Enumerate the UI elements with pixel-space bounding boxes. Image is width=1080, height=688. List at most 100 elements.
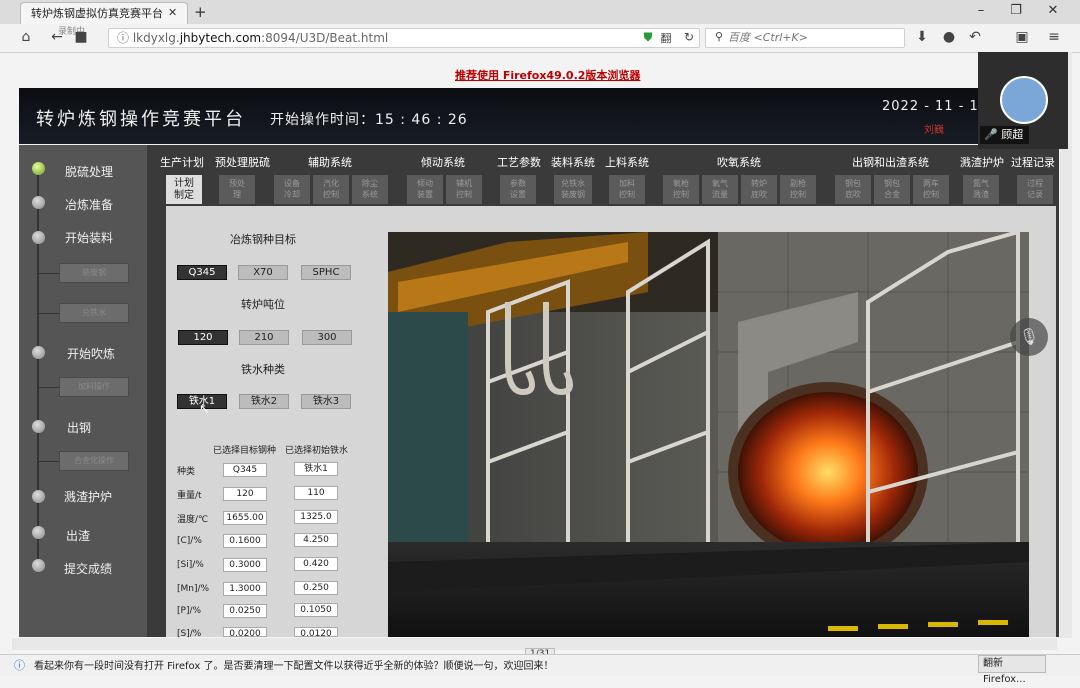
subtab-charge-metal[interactable]: 兑铁水 装废钢	[554, 175, 592, 204]
category-process-params[interactable]: 工艺参数	[497, 154, 541, 170]
restore-icon[interactable]: ❐	[1006, 3, 1026, 18]
subtab-feed-control[interactable]: 加料 控制	[609, 175, 645, 204]
minimize-icon[interactable]: –	[971, 3, 991, 18]
target-value: 0.0200	[223, 627, 267, 637]
category-oxygen[interactable]: 吹氧系统	[717, 154, 761, 170]
target-value: 0.1600	[223, 534, 267, 548]
subtab-aux-control[interactable]: 辅机 控制	[446, 175, 482, 204]
sidebar-item-desulfurization[interactable]: 脱硫处理	[65, 163, 113, 180]
subtab-param-setting[interactable]: 参数 设置	[500, 175, 536, 204]
sidebar-item-submit[interactable]: 提交成绩	[64, 560, 112, 577]
participant-badge: 🎤 顾超	[980, 126, 1030, 144]
row-label: 温度/℃	[177, 515, 209, 525]
category-charging[interactable]: 装料系统	[551, 154, 595, 170]
close-window-icon[interactable]: ✕	[1043, 3, 1063, 18]
row-label: 种类	[177, 467, 196, 477]
category-auxiliary[interactable]: 辅助系统	[308, 154, 352, 170]
subtab-tilt-device[interactable]: 倾动 装置	[407, 175, 443, 204]
subtab-cooling[interactable]: 设备 冷却	[274, 175, 310, 204]
avatar	[1000, 76, 1048, 124]
iron-value: 0.420	[294, 557, 338, 571]
step-dot-tapping	[32, 420, 45, 433]
category-splashing[interactable]: 溅渣护炉	[960, 154, 1004, 170]
close-tab-icon[interactable]: ✕	[168, 6, 177, 19]
refresh-icon[interactable]: ↻	[680, 30, 698, 44]
target-value: 0.3000	[223, 558, 267, 572]
microphone-icon: 🎤	[984, 128, 998, 141]
url-bar[interactable]: ⓘ lkdyxlg.jhbytech.com:8094/U3D/Beat.htm…	[108, 28, 700, 48]
grade-option-q345[interactable]: Q345	[177, 265, 227, 280]
step-dot-splashing	[32, 490, 45, 503]
category-tilting[interactable]: 倾动系统	[421, 154, 465, 170]
subtab-bottom-blow[interactable]: 转炉 底吹	[741, 175, 777, 204]
subtab-nitrogen[interactable]: 氮气 溅渣	[963, 175, 999, 204]
translate-icon[interactable]: 翻	[657, 30, 675, 46]
download-icon[interactable]: ⬇	[913, 29, 931, 45]
sidebar-subitem-addition[interactable]: 加料操作	[59, 377, 129, 397]
subtab-lance-control[interactable]: 氧枪 控制	[663, 175, 699, 204]
refresh-firefox-button[interactable]: 翻新 Firefox...	[978, 655, 1046, 685]
category-pretreatment[interactable]: 预处理脱硫	[215, 154, 270, 170]
iron-option-3[interactable]: 铁水3	[301, 394, 351, 409]
category-feeding[interactable]: 上料系统	[605, 154, 649, 170]
search-input[interactable]: 百度 <Ctrl+K>	[705, 28, 905, 48]
tonnage-option-210[interactable]: 210	[239, 330, 289, 345]
row-label: 重量/t	[177, 491, 202, 501]
chat-icon[interactable]: ●	[940, 29, 958, 45]
grade-option-x70[interactable]: X70	[238, 265, 288, 280]
col-header-iron: 已选择初始铁水	[285, 446, 349, 456]
tonnage-option-120[interactable]: 120	[178, 330, 228, 345]
iron-value: 0.1050	[294, 603, 338, 617]
sidebar-subitem-scrap[interactable]: 装废钢	[59, 263, 129, 283]
sidebar-connector	[38, 273, 59, 274]
microphone-toggle-icon[interactable]: 🎙	[1010, 318, 1048, 356]
iron-option-2[interactable]: 铁水2	[239, 394, 289, 409]
grade-option-sphc[interactable]: SPHC	[301, 265, 351, 280]
sidebar-item-deslagging[interactable]: 出渣	[66, 527, 90, 544]
sidebar-item-prep[interactable]: 冶炼准备	[65, 196, 113, 213]
iron-value: 0.250	[294, 581, 338, 595]
subtab-ladle-blow[interactable]: 钢包 底吹	[835, 175, 871, 204]
subtab-ladle-alloy[interactable]: 钢包 合金	[874, 175, 910, 204]
step-dot-deslagging	[32, 526, 45, 539]
new-tab-icon[interactable]: +	[194, 3, 207, 21]
target-value: 0.0250	[223, 604, 267, 618]
browser-recommendation[interactable]: 推荐使用 Firefox49.0.2版本浏览器	[455, 67, 640, 83]
category-tapping[interactable]: 出钢和出渣系统	[852, 154, 929, 170]
sidebar-subitem-alloying[interactable]: 合金化操作	[59, 451, 129, 471]
iron-value: 0.0120	[294, 627, 338, 637]
sidebar-connector	[38, 461, 59, 462]
converter-3d-scene[interactable]	[388, 232, 1029, 637]
iron-value: 4.250	[294, 533, 338, 547]
home-icon[interactable]: ⌂	[17, 29, 35, 45]
subtab-dust[interactable]: 除尘 系统	[352, 175, 388, 204]
current-date: 2022 - 11 - 13	[882, 99, 989, 114]
shield-icon[interactable]: ⛊	[639, 30, 657, 45]
stop-icon[interactable]: ■	[72, 29, 90, 45]
sidebar-item-splashing[interactable]: 溅渣护炉	[64, 488, 112, 505]
subtab-cars[interactable]: 两车 控制	[913, 175, 949, 204]
browser-tab[interactable]: 转炉炼钢虚拟仿真竞赛平台	[20, 2, 188, 24]
col-header-target: 已选择目标钢种	[213, 446, 277, 456]
menu-icon[interactable]: ≡	[1045, 29, 1063, 45]
iron-value: 1325.0	[294, 510, 338, 524]
subtab-vaporization[interactable]: 汽化 控制	[313, 175, 349, 204]
tonnage-option-300[interactable]: 300	[302, 330, 352, 345]
undo-icon[interactable]: ↶	[966, 29, 984, 45]
category-production-plan[interactable]: 生产计划	[160, 154, 204, 170]
step-dot-prep	[32, 196, 45, 209]
subtab-oxygen-flow[interactable]: 氧气 流量	[702, 175, 738, 204]
subtab-pretreat[interactable]: 预处 理	[219, 175, 255, 204]
subtab-plan[interactable]: 计划 制定	[166, 175, 202, 204]
subtab-sublance[interactable]: 副枪 控制	[780, 175, 816, 204]
category-records[interactable]: 过程记录	[1011, 154, 1055, 170]
sidebar-item-tapping[interactable]: 出钢	[67, 419, 91, 436]
subtab-process-log[interactable]: 过程 记录	[1017, 175, 1053, 204]
sidebar-icon[interactable]: ▣	[1013, 29, 1031, 45]
sidebar-item-blowing[interactable]: 开始吹炼	[67, 345, 115, 362]
sidebar-subitem-hot-metal[interactable]: 兑铁水	[59, 303, 129, 323]
iron-value: 铁水1	[294, 462, 338, 476]
sidebar-item-charging[interactable]: 开始装料	[65, 229, 113, 246]
target-value: 1655.00	[223, 511, 267, 525]
step-dot-desulfurization	[32, 162, 45, 175]
